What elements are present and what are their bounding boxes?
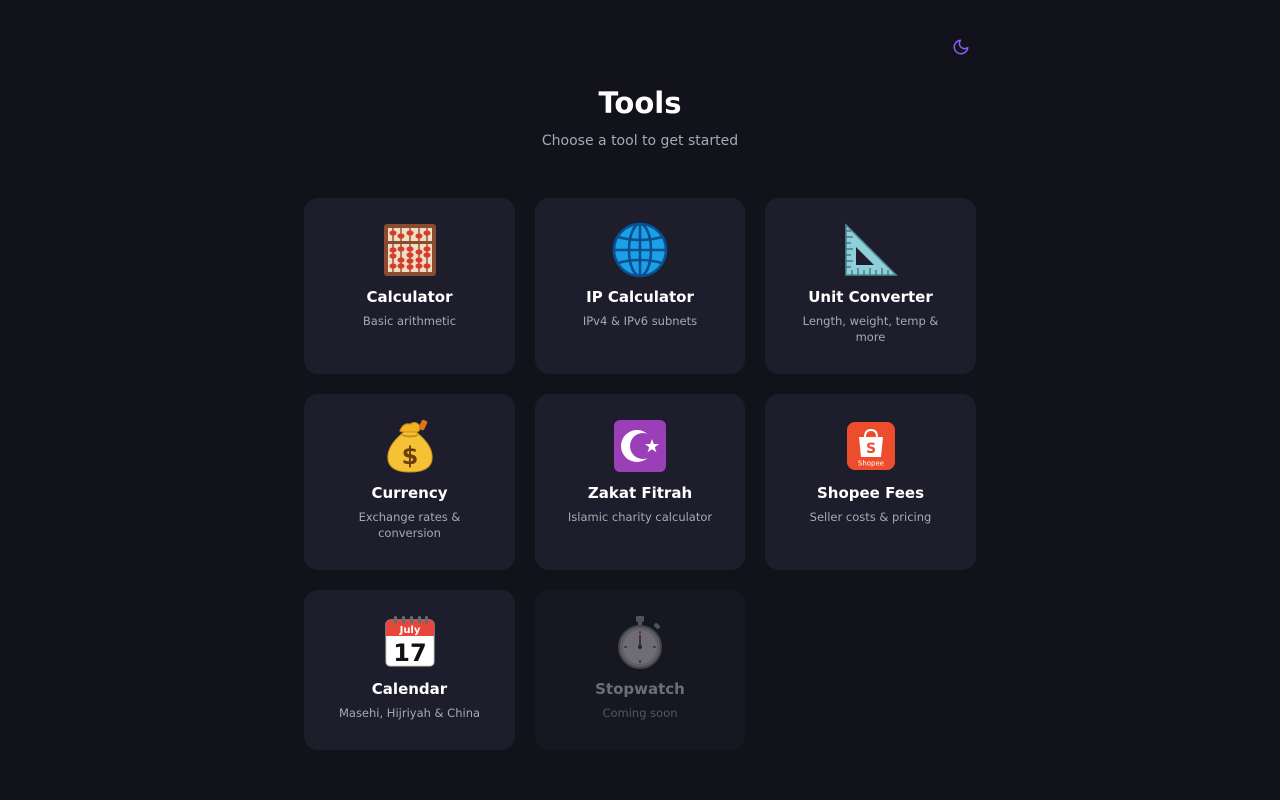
tool-card-stopwatch: Stopwatch Coming soon	[535, 590, 745, 750]
stopwatch-icon	[535, 614, 745, 670]
tool-title: Stopwatch	[595, 680, 685, 698]
tool-card-calendar[interactable]: July 17 Calendar Masehi, Hijriyah & Chin…	[304, 590, 515, 750]
tools-page: Tools Choose a tool to get started Calcu…	[0, 0, 1280, 800]
tool-description: Coming soon	[602, 706, 678, 720]
tool-description: IPv4 & IPv6 subnets	[582, 314, 698, 328]
page-header: Tools Choose a tool to get started	[0, 84, 1280, 150]
page-title: Tools	[598, 86, 682, 120]
calendar-icon: July 17	[304, 614, 515, 670]
tool-description: Seller costs & pricing	[809, 510, 932, 524]
tool-card-shopee-fees[interactable]: S Shopee Shopee Fees Seller costs & pric…	[765, 394, 976, 570]
tool-title: Calendar	[371, 680, 448, 698]
tool-card-ip-calculator[interactable]: IP Calculator IPv4 & IPv6 subnets	[535, 198, 745, 374]
theme-toggle-button[interactable]	[948, 34, 974, 60]
star-and-crescent-icon	[535, 418, 745, 474]
shopee-brand-text: Shopee	[857, 460, 883, 468]
svg-text:$: $	[401, 442, 418, 470]
tool-title: IP Calculator	[586, 288, 694, 306]
tool-card-unit-converter[interactable]: Unit Converter Length, weight, temp & mo…	[765, 198, 976, 374]
triangular-ruler-icon	[765, 222, 976, 278]
tool-card-zakat-fitrah[interactable]: Zakat Fitrah Islamic charity calculator	[535, 394, 745, 570]
tool-title: Shopee Fees	[816, 484, 924, 502]
shopee-icon: S Shopee	[765, 418, 976, 474]
abacus-icon	[304, 222, 515, 278]
tool-description: Length, weight, temp & more	[802, 314, 939, 344]
globe-icon	[535, 222, 745, 278]
tool-title: Unit Converter	[808, 288, 933, 306]
page-subtitle: Choose a tool to get started	[541, 133, 739, 149]
tool-title: Currency	[371, 484, 448, 502]
tool-card-currency[interactable]: $ Currency Exchange rates & conversion	[304, 394, 515, 570]
calendar-day-text: 17	[393, 639, 426, 667]
tool-card-calculator[interactable]: Calculator Basic arithmetic	[304, 198, 515, 374]
tool-description: Exchange rates & conversion	[358, 510, 461, 540]
tools-grid: Calculator Basic arithmetic IP Calculato…	[304, 198, 976, 750]
tool-description: Islamic charity calculator	[567, 510, 713, 524]
tool-title: Zakat Fitrah	[587, 484, 693, 502]
calendar-month-text: July	[398, 625, 420, 636]
tool-description: Masehi, Hijriyah & China	[338, 706, 481, 720]
moon-icon	[953, 39, 969, 55]
money-bag-icon: $	[304, 418, 515, 474]
svg-text:S: S	[865, 441, 875, 457]
tool-description: Basic arithmetic	[362, 314, 457, 328]
tool-title: Calculator	[366, 288, 453, 306]
